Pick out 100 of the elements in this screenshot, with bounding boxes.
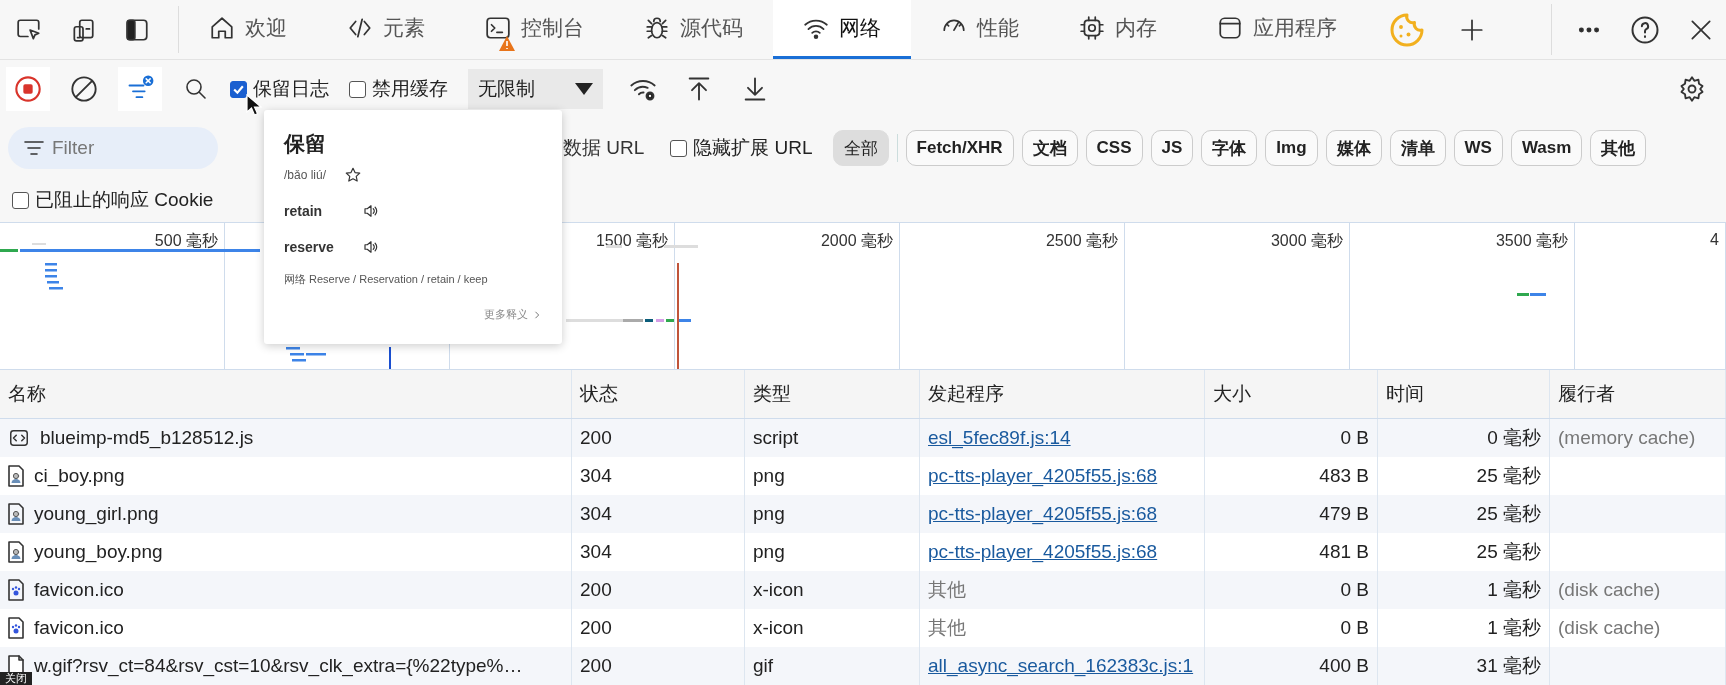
time-tick-label: 3500 毫秒 [1495,231,1568,251]
clear-icon [70,75,98,103]
status-code: 304 [580,541,612,563]
bug-icon[interactable] [644,15,670,41]
type-filter-chip[interactable]: 字体 [1201,130,1258,166]
size-value: 0 B [1340,579,1369,601]
tooltip: 关闭 [0,672,32,685]
fulfilled-by-text: (memory cache) [1558,427,1696,449]
time-tick-label: 500 毫秒 [154,231,218,251]
type-filter-chip[interactable]: 文档 [1021,130,1078,166]
type-filter-chip[interactable]: 清单 [1389,130,1446,166]
status-code: 200 [580,579,612,601]
window-icon[interactable] [1217,15,1243,41]
record-icon [14,75,42,103]
resource-type: png [753,465,785,487]
size-value: 481 B [1319,541,1369,563]
size-value: 0 B [1340,617,1369,639]
type-filter-chip[interactable]: Wasm [1510,130,1583,166]
filter-lines-icon [24,141,44,155]
speaker-icon[interactable] [362,202,380,220]
checkbox-label[interactable]: 已阻止的响应 Cookie [35,187,214,213]
column-header[interactable]: 发起程序 [920,370,1205,418]
device-icon[interactable] [70,16,96,43]
tab[interactable]: 元素 [317,0,455,59]
tab[interactable]: 网络 [773,0,911,59]
image-file-icon [8,465,24,487]
type-filter-chip[interactable]: 其他 [1590,130,1647,166]
resource-type: png [753,503,785,525]
column-header[interactable]: 时间 [1378,370,1550,418]
column-header[interactable]: 履行者 [1550,370,1726,418]
initiator-link[interactable]: esl_5fec89f.js:14 [928,427,1071,449]
size-value: 479 B [1319,503,1369,525]
throttling-dropdown[interactable]: 无限制 [468,69,603,109]
column-header[interactable]: 状态 [572,370,745,418]
search-icon [184,77,208,101]
column-header[interactable]: 类型 [745,370,920,418]
initiator-text: 其他 [928,578,966,602]
checkbox-label[interactable]: 保留日志 [253,76,329,102]
time-value: 0 毫秒 [1487,426,1541,450]
column-header[interactable]: 名称 [0,370,572,418]
help-icon[interactable] [1630,14,1660,45]
checkbox[interactable] [670,139,688,157]
tab[interactable]: 应用程序 [1187,0,1367,59]
dock-icon[interactable] [124,16,150,43]
more-definitions-link[interactable]: 更多释义 [484,307,528,322]
inspect-icon[interactable] [16,16,42,43]
checkbox-label[interactable]: 禁用缓存 [372,76,448,102]
column-header[interactable]: 大小 [1205,370,1378,418]
tab[interactable]: 性能 [911,0,1049,59]
type-filter-chip[interactable]: Img [1265,130,1318,166]
initiator-link[interactable]: pc-tts-player_4205f55.js:68 [928,465,1158,487]
file-name[interactable]: young_boy.png [34,541,163,563]
type-filter-chip[interactable]: 媒体 [1325,130,1382,166]
status-code: 200 [580,617,612,639]
pinyin-text: /bǎo liú/ [284,168,327,182]
record-button[interactable] [6,67,50,111]
type-filter-chip[interactable]: CSS [1085,130,1143,166]
initiator-link[interactable]: all_async_search_162383c.js:1 [928,655,1194,677]
speaker-icon[interactable] [362,238,380,256]
status-code: 200 [580,427,612,449]
filter-toggle-button[interactable] [118,67,162,111]
chip-icon[interactable] [1079,15,1105,41]
home-icon[interactable] [209,15,235,41]
time-tick-label: 2000 毫秒 [820,231,893,251]
initiator-link[interactable]: pc-tts-player_4205f55.js:68 [928,541,1158,563]
checkbox[interactable] [349,80,366,98]
tab[interactable]: 源代码 [614,0,773,59]
console-icon[interactable] [485,15,511,41]
checkbox[interactable] [230,80,247,98]
tab[interactable]: 欢迎 [179,0,317,59]
star-icon[interactable] [344,166,363,184]
file-name[interactable]: favicon.ico [34,617,124,639]
sense-word: retain [284,203,324,219]
sense-word: reserve [284,239,335,255]
size-value: 0 B [1340,427,1369,449]
fulfilled-by-text: (disk cache) [1558,579,1661,601]
script-file-icon[interactable] [8,427,30,449]
file-name[interactable]: ci_boy.png [34,465,125,487]
file-name[interactable]: favicon.ico [34,579,124,601]
initiator-link[interactable]: pc-tts-player_4205f55.js:68 [928,503,1158,525]
checkbox[interactable] [12,191,29,209]
time-tick-label: 2500 毫秒 [1045,231,1118,251]
file-name[interactable]: w.gif?rsv_ct=84&rsv_cst=10&rsv_clk_extra={%22type%… [34,655,523,677]
type-filter-chip[interactable]: JS [1150,130,1194,166]
file-name[interactable]: blueimp-md5_b128512.js [40,427,254,449]
file-name[interactable]: young_girl.png [34,503,159,525]
resource-type: x-icon [753,579,804,601]
type-filter-chip[interactable]: Fetch/XHR [905,130,1014,166]
popup-word: 保留 [284,131,327,157]
filter-field[interactable]: Filter [8,127,218,169]
favicon-file-icon [8,579,24,601]
type-filter-chip[interactable]: 全部 [832,130,889,166]
settings-icon [1678,75,1706,103]
web-definition: 网络 Reserve / Reservation / retain / keep [284,272,489,287]
tab[interactable]: 内存 [1049,0,1187,59]
checkbox-label[interactable]: 隐藏扩展 URL [693,135,813,161]
type-filter-chip[interactable]: WS [1453,130,1503,166]
time-value: 25 毫秒 [1476,540,1541,564]
time-tick-label: 4 [1710,231,1719,249]
tab[interactable]: 控制台 [455,0,614,59]
